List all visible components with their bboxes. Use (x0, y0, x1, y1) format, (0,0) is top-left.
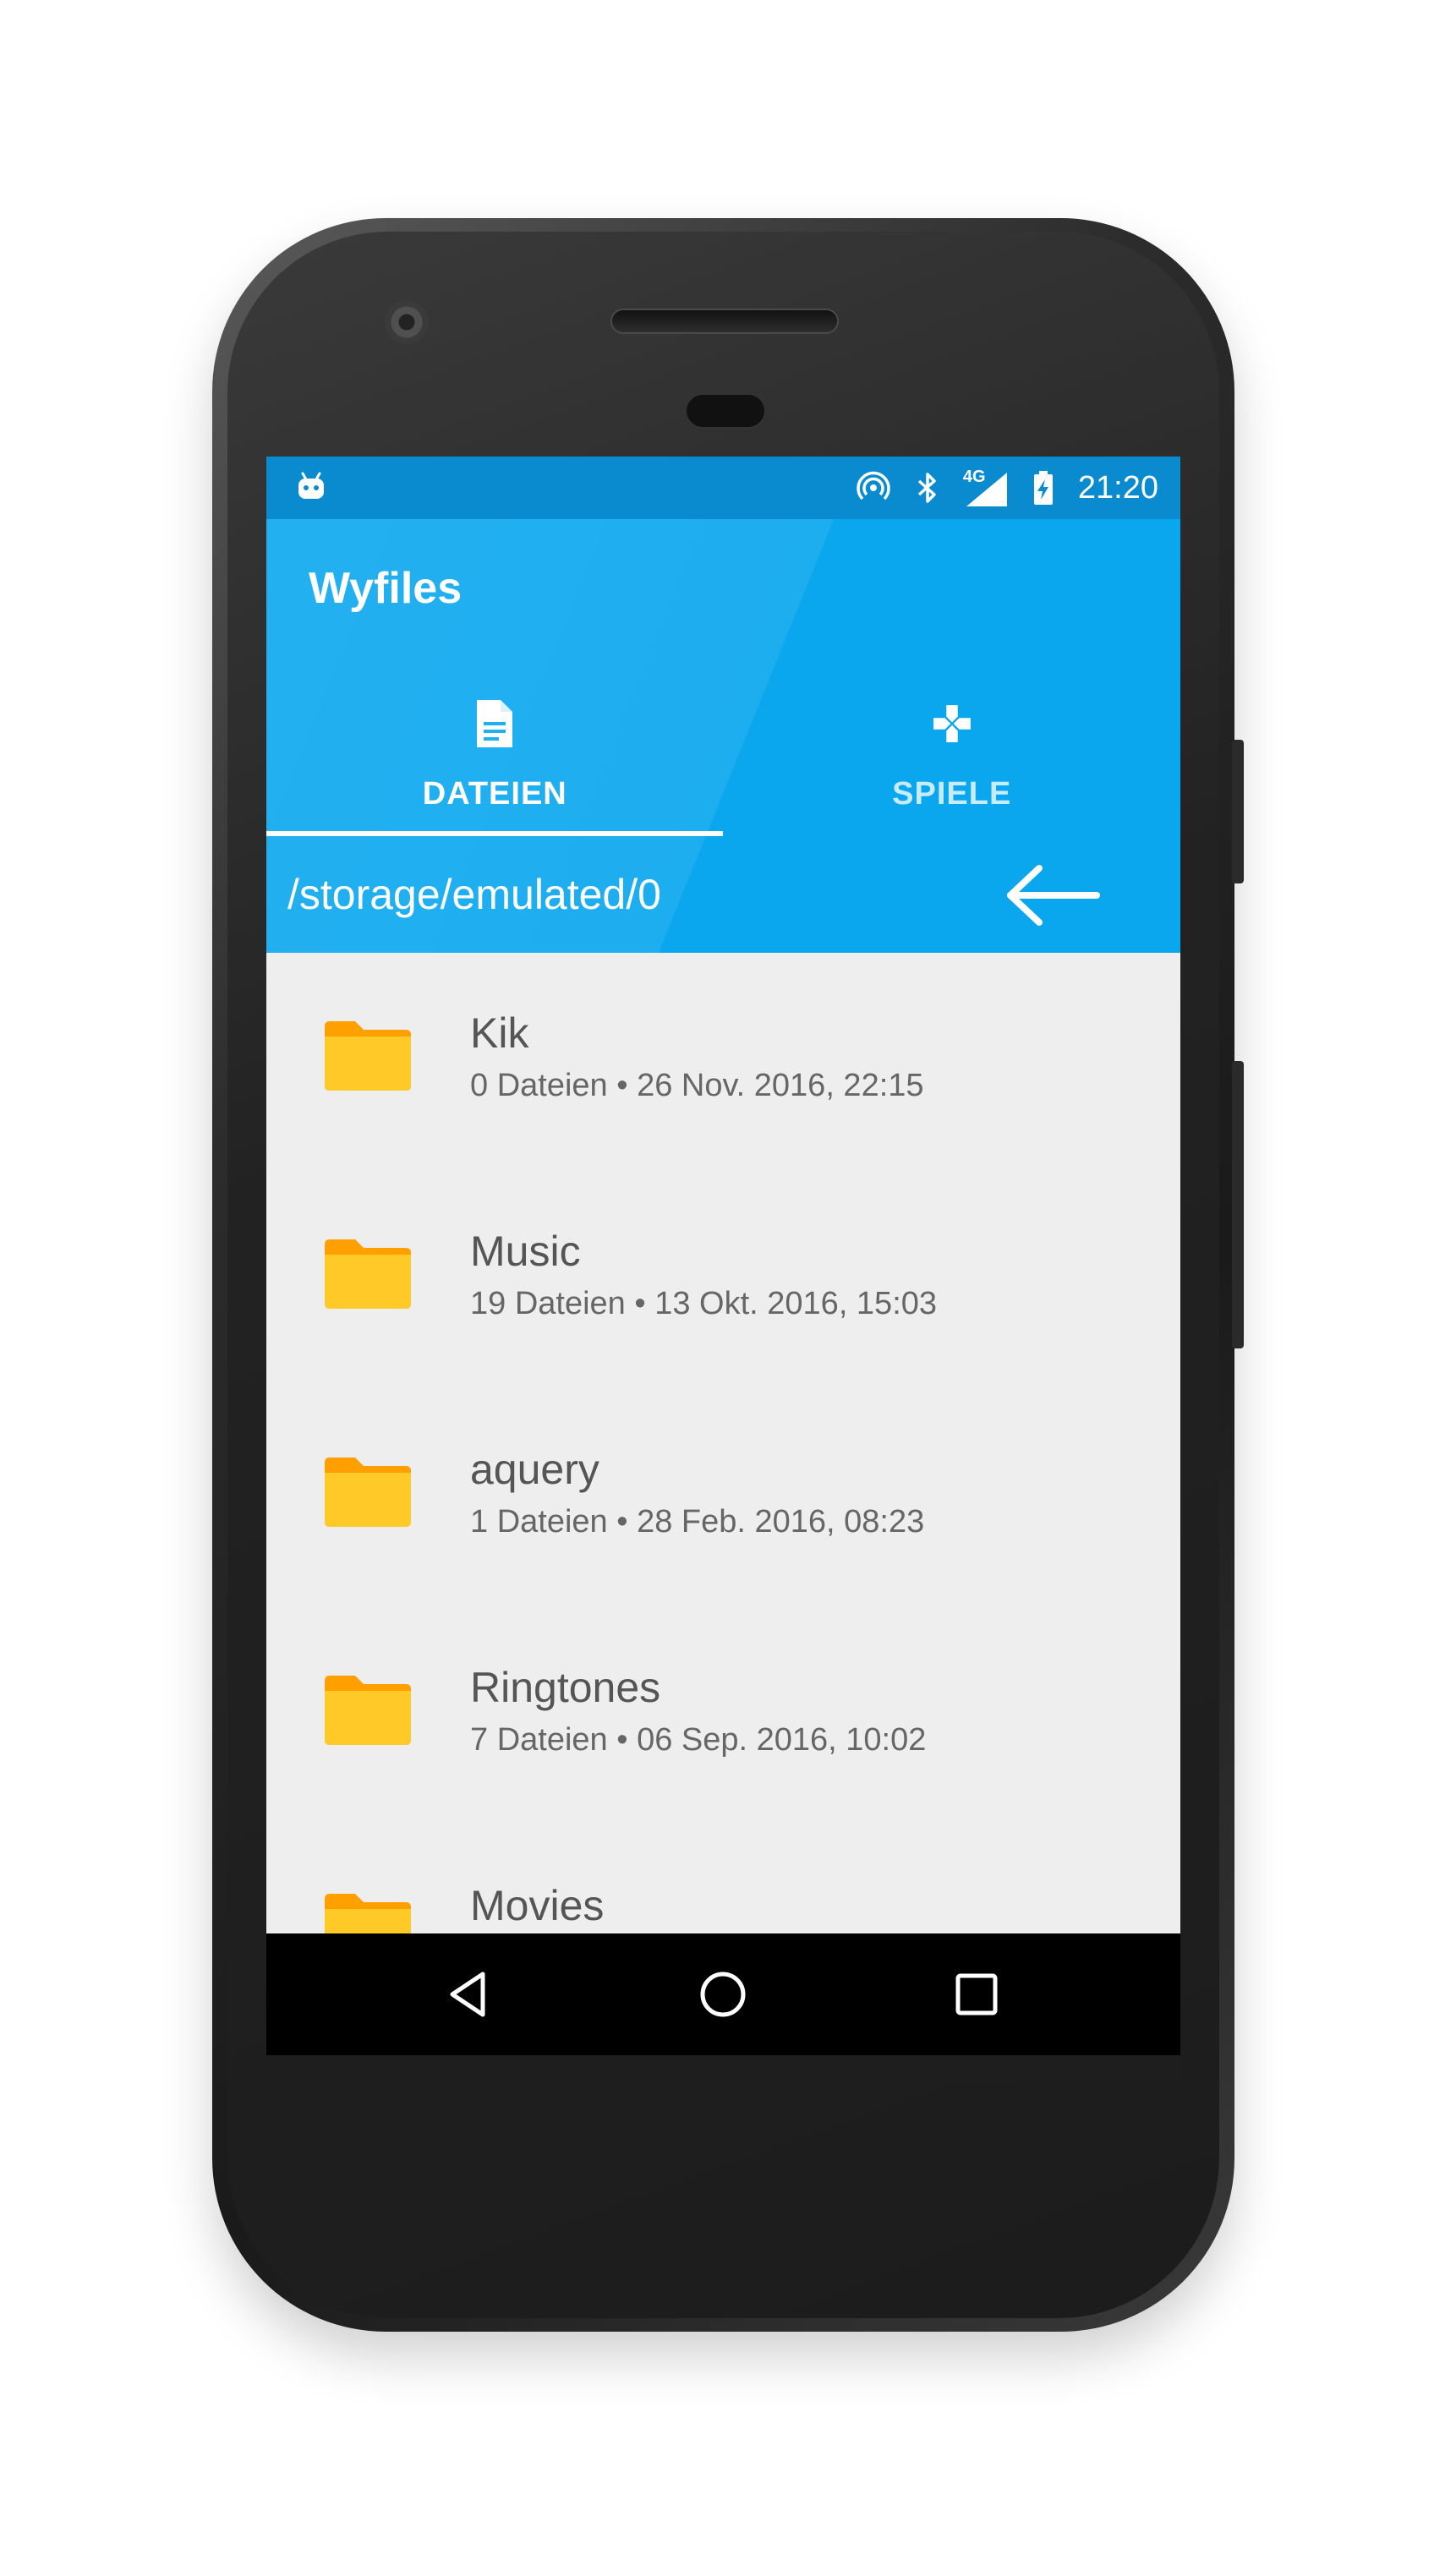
tab-spiele-label: SPIELE (892, 776, 1012, 812)
signal-icon: 4G (963, 468, 1007, 506)
item-name: aquery (470, 1446, 599, 1493)
list-item[interactable]: aquery 1 Dateien • 28 Feb. 2016, 08:23 (266, 1389, 1180, 1607)
item-name: Movies (470, 1882, 605, 1929)
app-header: Wyfiles DATEIEN SPIELE /storage/emulated… (266, 519, 1180, 953)
nav-recent-icon[interactable] (951, 1969, 1002, 2020)
file-list: Kik 0 Dateien • 26 Nov. 2016, 22:15 Musi… (266, 953, 1180, 1933)
status-time: 21:20 (1077, 469, 1158, 506)
nav-home-icon[interactable] (698, 1969, 748, 2020)
list-item[interactable]: Ringtones 7 Dateien • 06 Sep. 2016, 10:0… (266, 1607, 1180, 1825)
tab-spiele[interactable]: SPIELE (724, 684, 1181, 836)
front-camera (385, 300, 429, 344)
list-item[interactable]: Kik 0 Dateien • 26 Nov. 2016, 22:15 (266, 953, 1180, 1171)
folder-icon (325, 1458, 411, 1527)
volume-button (1232, 1061, 1244, 1348)
battery-charging-icon (1033, 471, 1053, 505)
folder-icon (325, 1894, 411, 1933)
screen-bottom-bezel (266, 2055, 1180, 2081)
earpiece-speaker (610, 309, 839, 334)
current-path: /storage/emulated/0 (287, 871, 661, 918)
list-item[interactable]: Music 19 Dateien • 13 Okt. 2016, 15:03 (266, 1171, 1180, 1389)
tab-bar: DATEIEN SPIELE (266, 684, 1180, 836)
document-icon (477, 700, 513, 747)
folder-icon (325, 1676, 411, 1745)
item-meta: 1 Dateien • 28 Feb. 2016, 08:23 (470, 1504, 925, 1540)
power-button (1232, 740, 1244, 883)
android-icon (298, 472, 324, 499)
folder-icon (325, 1239, 411, 1309)
gamepad-icon (933, 705, 971, 742)
app-title: Wyfiles (309, 564, 463, 613)
system-nav-bar (266, 1933, 1180, 2055)
path-bar: /storage/emulated/0 (266, 836, 1180, 953)
item-name: Music (470, 1228, 581, 1275)
item-name: Kik (470, 1009, 529, 1057)
proximity-sensor (685, 393, 766, 429)
item-meta: 19 Dateien • 13 Okt. 2016, 15:03 (470, 1286, 938, 1321)
status-icons: 4G 21:20 (855, 457, 1158, 519)
item-meta: 0 Dateien • 26 Nov. 2016, 22:15 (470, 1068, 924, 1103)
status-bar: 4G 21:20 (266, 457, 1180, 519)
arrow-left-icon[interactable] (1002, 861, 1103, 929)
item-meta: 7 Dateien • 06 Sep. 2016, 10:02 (470, 1722, 927, 1758)
tab-dateien-label: DATEIEN (422, 776, 567, 812)
nav-back-icon[interactable] (444, 1969, 495, 2020)
item-name: Ringtones (470, 1664, 661, 1711)
hotspot-icon (857, 471, 890, 500)
list-item[interactable]: Movies (266, 1825, 1180, 1933)
screen: 4G 21:20 Wyfiles DATEIEN SPIELE /storage… (266, 457, 1180, 2081)
bluetooth-icon (917, 473, 936, 503)
tab-dateien[interactable]: DATEIEN (266, 684, 724, 836)
folder-icon (325, 1021, 411, 1091)
